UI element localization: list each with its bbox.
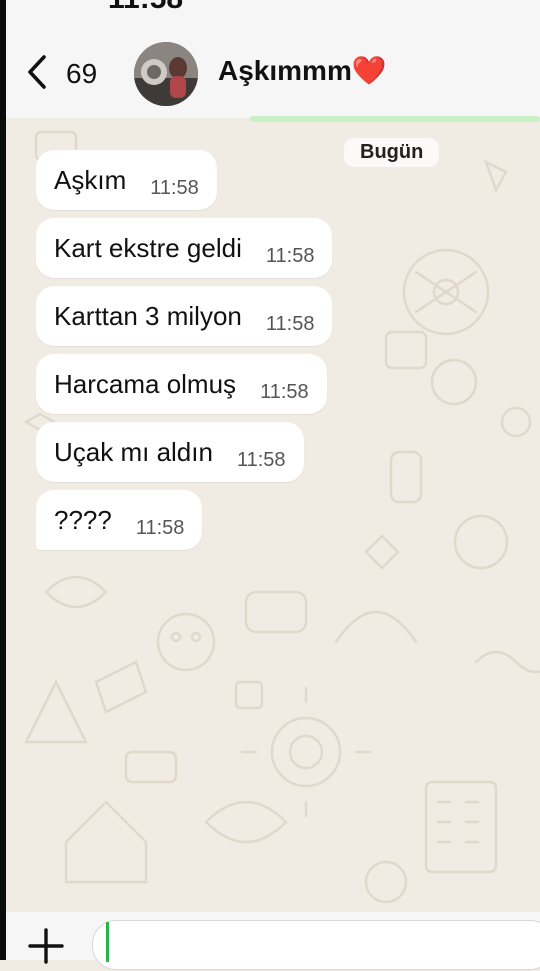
message-bubble[interactable]: ???? 11:58 — [36, 490, 203, 550]
message-bubble[interactable]: Kart ekstre geldi 11:58 — [36, 218, 333, 278]
message-time: 11:58 — [150, 176, 199, 199]
message-time: 11:58 — [135, 516, 185, 539]
unread-count: 69 — [66, 58, 98, 89]
message-text: Uçak mı aldın — [54, 436, 213, 467]
message-bubble[interactable]: Uçak mı aldın 11:58 — [36, 422, 304, 482]
composer-bar — [0, 912, 540, 970]
message-text: ???? — [54, 504, 112, 535]
message-bubble[interactable]: Aşkım 11:58 — [36, 150, 217, 210]
message-bubble[interactable]: Karttan 3 milyon 11:58 — [36, 286, 333, 346]
contact-name[interactable]: Aşkımmm❤️ — [218, 54, 387, 87]
message-text: Harcama olmuş — [54, 368, 237, 399]
status-time: 11:58 — [108, 0, 183, 14]
chat-area[interactable]: Bugün Aşkım 11:58 Kart ekstre geldi 11:5… — [6, 122, 540, 912]
message-time: 11:58 — [260, 380, 309, 403]
message-bubble[interactable]: Harcama olmuş 11:58 — [36, 354, 327, 414]
contact-name-text: Aşkımmm — [218, 55, 352, 86]
plus-icon — [26, 928, 66, 970]
message-time: 11:58 — [236, 448, 286, 471]
message-text: Kart ekstre geldi — [54, 232, 242, 263]
chat-header: 69 Aşkımmm❤️ — [0, 14, 540, 118]
text-caret — [106, 922, 109, 962]
heart-emoji: ❤️ — [351, 55, 387, 86]
status-bar: 11:58 — [0, 0, 540, 14]
message-time: 11:58 — [265, 312, 315, 335]
message-text: Karttan 3 milyon — [54, 300, 242, 331]
date-separator: Bugün — [344, 138, 440, 167]
attach-button[interactable] — [26, 926, 66, 966]
back-button[interactable]: 69 — [26, 54, 97, 94]
device-frame-edge — [0, 0, 6, 960]
contact-avatar[interactable] — [134, 42, 198, 106]
chevron-left-icon — [26, 54, 48, 95]
message-text: Aşkım — [54, 164, 127, 195]
message-time: 11:58 — [265, 244, 315, 267]
message-input[interactable] — [92, 920, 540, 970]
